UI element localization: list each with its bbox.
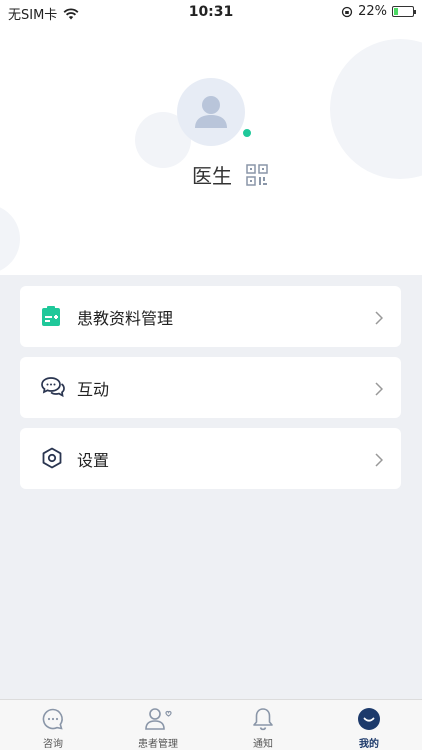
tab-label: 我的 <box>359 739 379 750</box>
status-right-group: 22% <box>341 4 416 19</box>
avatar[interactable] <box>177 78 245 146</box>
patients-icon <box>144 707 172 735</box>
chat-icon <box>41 707 65 735</box>
battery-icon <box>392 6 416 17</box>
decor-circle <box>0 204 20 274</box>
tab-label: 患者管理 <box>138 739 178 750</box>
smile-icon <box>357 707 381 735</box>
empty-content-area <box>0 489 422 699</box>
document-plus-icon <box>41 305 61 331</box>
tab-consult[interactable]: 咨询 <box>0 700 106 750</box>
tab-label: 通知 <box>253 739 273 750</box>
chevron-right-icon <box>375 452 384 471</box>
doctor-name: 医生 <box>192 164 232 188</box>
status-bar: 无SIM卡 10:31 22% <box>0 0 422 24</box>
menu-item-label: 互动 <box>77 380 110 399</box>
bell-icon <box>252 707 274 735</box>
decor-circle <box>330 39 422 179</box>
battery-percent: 22% <box>358 4 387 19</box>
chat-bubbles-icon <box>41 376 65 402</box>
online-status-dot <box>241 127 253 139</box>
menu-item-label: 患教资料管理 <box>77 309 174 328</box>
tab-label: 咨询 <box>43 739 63 750</box>
bottom-tab-bar: 咨询 患者管理 通知 我的 <box>0 699 422 750</box>
qr-code-icon[interactable] <box>246 164 268 190</box>
orientation-lock-icon <box>341 6 353 17</box>
tab-notifications[interactable]: 通知 <box>210 700 316 750</box>
menu-item-settings[interactable]: 设置 <box>20 428 401 489</box>
profile-header: 医生 <box>0 24 422 275</box>
tab-mine[interactable]: 我的 <box>316 700 422 750</box>
menu-item-interaction[interactable]: 互动 <box>20 357 401 418</box>
tab-patients[interactable]: 患者管理 <box>105 700 211 750</box>
hexagon-gear-icon <box>41 447 63 473</box>
chevron-right-icon <box>375 310 384 329</box>
chevron-right-icon <box>375 381 384 400</box>
menu-item-patient-education[interactable]: 患教资料管理 <box>20 286 401 347</box>
battery-fill <box>394 8 398 15</box>
user-silhouette-icon <box>195 96 227 128</box>
menu-item-label: 设置 <box>77 451 110 470</box>
